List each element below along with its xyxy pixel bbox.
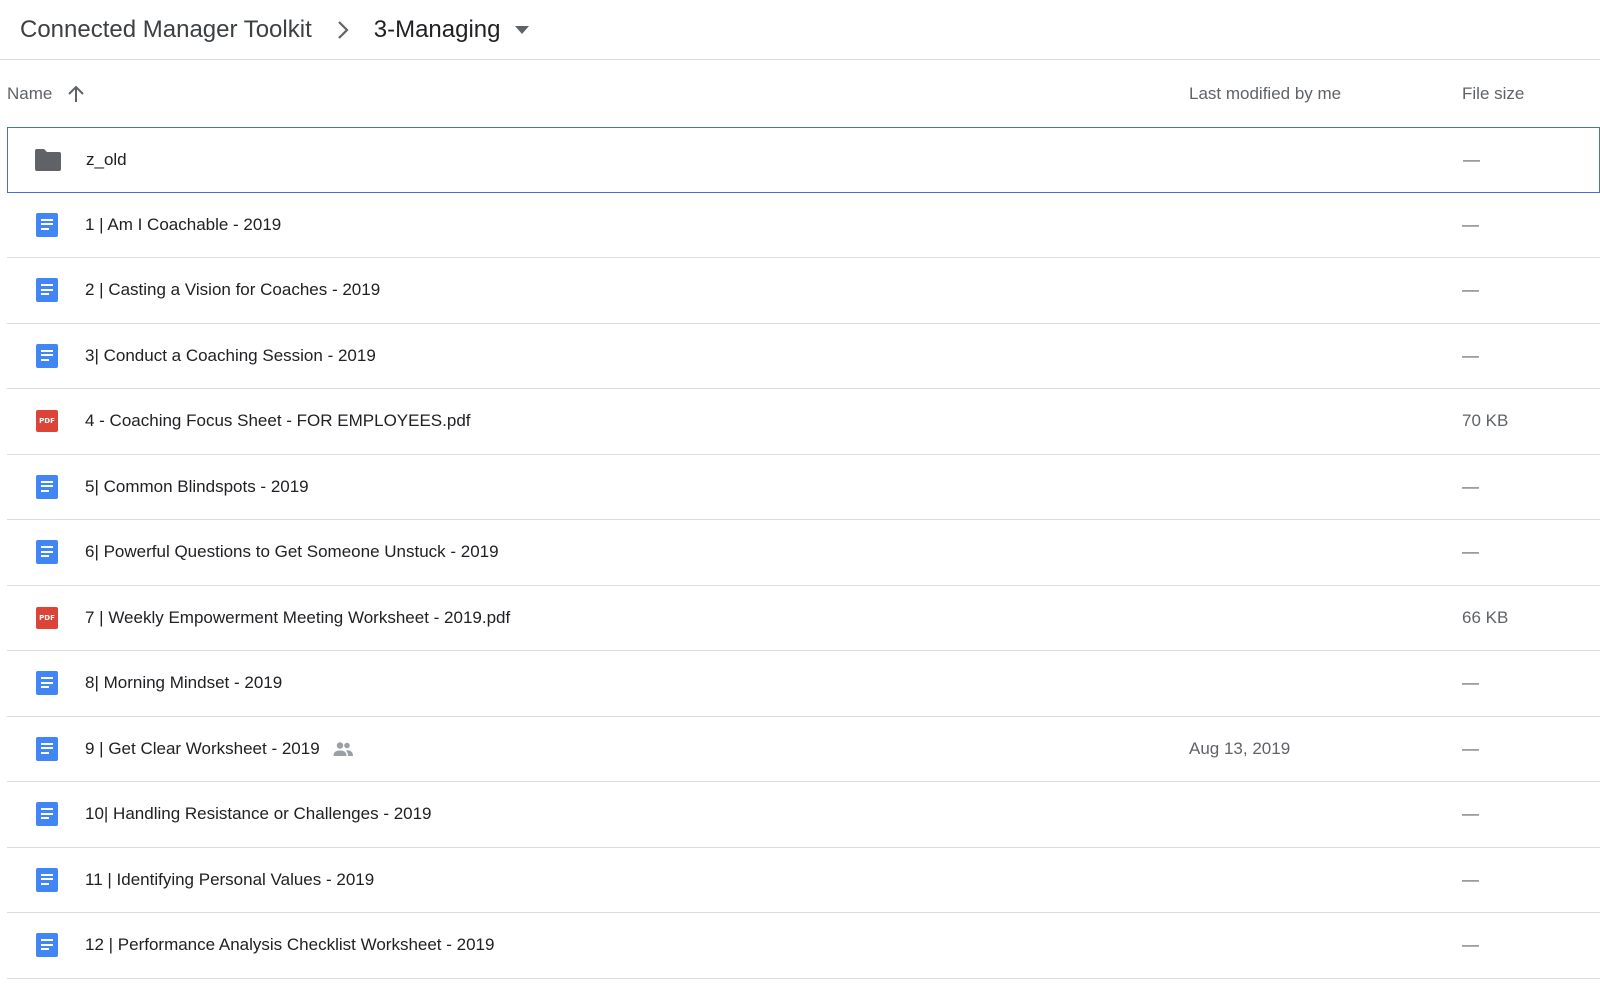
doc-icon <box>33 211 61 239</box>
arrow-up-icon[interactable] <box>66 84 86 104</box>
file-size: 70 KB <box>1462 411 1509 431</box>
file-name[interactable]: 11 | Identifying Personal Values - 2019 <box>85 870 374 890</box>
file-name-text: 11 | Identifying Personal Values - 2019 <box>85 869 375 889</box>
file-name-text: 9 | Get Clear Worksheet - 2019 <box>85 738 320 758</box>
column-header-name-label: Name <box>7 83 53 103</box>
file-row[interactable]: 1 | Am I Coachable - 2019 — <box>7 193 1600 258</box>
pdf-icon-label: PDF <box>36 606 58 629</box>
file-row[interactable]: 3| Conduct a Coaching Session - 2019 — <box>7 324 1600 389</box>
column-header-name[interactable]: Name <box>7 84 86 104</box>
file-row[interactable]: PDF 4 - Coaching Focus Sheet - FOR EMPLOY… <box>7 389 1600 455</box>
file-size: — <box>1462 673 1479 693</box>
file-name-text: 7 | Weekly Empowerment Meeting Worksheet… <box>85 607 511 627</box>
file-row[interactable]: 10| Handling Resistance or Challenges - … <box>7 782 1600 848</box>
drive-file-browser: Connected Manager Toolkit 3-Managing Nam… <box>0 0 1600 991</box>
file-size: — <box>1462 869 1479 889</box>
file-name[interactable]: 7 | Weekly Empowerment Meeting Worksheet… <box>85 608 510 628</box>
file-size: — <box>1463 149 1480 169</box>
file-name-text: 1 | Am I Coachable - 2019 <box>85 214 282 234</box>
file-name-text: z_old <box>86 149 127 169</box>
file-name[interactable]: 6| Powerful Questions to Get Someone Uns… <box>85 542 499 562</box>
doc-icon <box>33 669 61 697</box>
column-header-size[interactable]: File size <box>1462 84 1524 104</box>
file-modified: Aug 13, 2019 <box>1189 738 1291 758</box>
file-row[interactable]: 5| Common Blindspots - 2019 — <box>7 455 1600 520</box>
file-list: z_old —1 | Am I Coachable - 2019—2 | Cast… <box>7 127 1600 979</box>
file-size: — <box>1462 804 1479 824</box>
file-name[interactable]: 8| Morning Mindset - 2019 <box>85 673 282 693</box>
doc-icon <box>33 538 61 566</box>
file-name[interactable]: 2 | Casting a Vision for Coaches - 2019 <box>85 280 380 300</box>
file-row[interactable]: 11 | Identifying Personal Values - 2019 — <box>7 848 1600 913</box>
file-row[interactable]: 2 | Casting a Vision for Coaches - 2019 — <box>7 258 1600 324</box>
file-name-text: 8| Morning Mindset - 2019 <box>85 673 283 693</box>
doc-icon <box>33 473 61 501</box>
file-row[interactable]: z_old — <box>7 127 1600 193</box>
pdf-icon-label: PDF <box>36 410 58 433</box>
file-name[interactable]: 1 | Am I Coachable - 2019 <box>85 215 281 235</box>
file-size: — <box>1462 935 1479 955</box>
file-row[interactable]: 8| Morning Mindset - 2019 — <box>7 651 1600 717</box>
shared-people-icon <box>332 741 354 757</box>
file-name[interactable]: 3| Conduct a Coaching Session - 2019 <box>85 346 376 366</box>
file-row[interactable]: PDF 7 | Weekly Empowerment Meeting Worksh… <box>7 586 1600 651</box>
file-size: — <box>1462 345 1479 365</box>
file-size: — <box>1462 214 1479 234</box>
breadcrumb-root[interactable]: Connected Manager Toolkit <box>20 15 312 45</box>
file-name-text: 3| Conduct a Coaching Session - 2019 <box>85 345 376 365</box>
chevron-right-icon <box>332 19 354 41</box>
breadcrumb-current-label: 3-Managing <box>373 15 501 43</box>
breadcrumb-current-folder[interactable]: 3-Managing <box>374 16 531 44</box>
column-header-modified[interactable]: Last modified by me <box>1189 84 1341 104</box>
doc-icon <box>33 866 61 894</box>
file-name[interactable]: 5| Common Blindspots - 2019 <box>85 477 309 497</box>
doc-icon <box>33 342 61 370</box>
file-size: 66 KB <box>1462 607 1509 627</box>
file-name[interactable]: 12 | Performance Analysis Checklist Work… <box>85 935 494 955</box>
doc-icon <box>33 276 61 304</box>
doc-icon <box>33 735 61 763</box>
file-size: — <box>1462 476 1479 496</box>
doc-icon <box>33 800 61 828</box>
folder-icon <box>34 146 62 174</box>
column-header-row: Name Last modified by me File size <box>7 60 1600 127</box>
file-size: — <box>1462 280 1479 300</box>
file-size: — <box>1462 738 1479 758</box>
caret-down-icon <box>513 21 531 39</box>
pdf-icon: PDF <box>33 604 61 632</box>
file-name[interactable]: z_old <box>86 150 127 170</box>
file-row[interactable]: 9 | Get Clear Worksheet - 2019 Aug 13, 20… <box>7 717 1600 782</box>
file-name-text: 2 | Casting a Vision for Coaches - 2019 <box>85 280 381 300</box>
file-name[interactable]: 4 - Coaching Focus Sheet - FOR EMPLOYEES… <box>85 411 471 431</box>
file-row[interactable]: 12 | Performance Analysis Checklist Work… <box>7 913 1600 979</box>
breadcrumb: Connected Manager Toolkit 3-Managing <box>0 0 1600 60</box>
file-name-text: 4 - Coaching Focus Sheet - FOR EMPLOYEES… <box>85 411 471 431</box>
doc-icon <box>33 931 61 959</box>
pdf-icon: PDF <box>33 407 61 435</box>
file-name-text: 10| Handling Resistance or Challenges - … <box>85 804 432 824</box>
file-row[interactable]: 6| Powerful Questions to Get Someone Uns… <box>7 520 1600 586</box>
file-name-text: 5| Common Blindspots - 2019 <box>85 476 309 496</box>
file-size: — <box>1462 542 1479 562</box>
file-name-text: 6| Powerful Questions to Get Someone Uns… <box>85 542 499 562</box>
file-name-text: 12 | Performance Analysis Checklist Work… <box>85 935 495 955</box>
file-name[interactable]: 10| Handling Resistance or Challenges - … <box>85 804 432 824</box>
file-name[interactable]: 9 | Get Clear Worksheet - 2019 <box>85 739 354 759</box>
